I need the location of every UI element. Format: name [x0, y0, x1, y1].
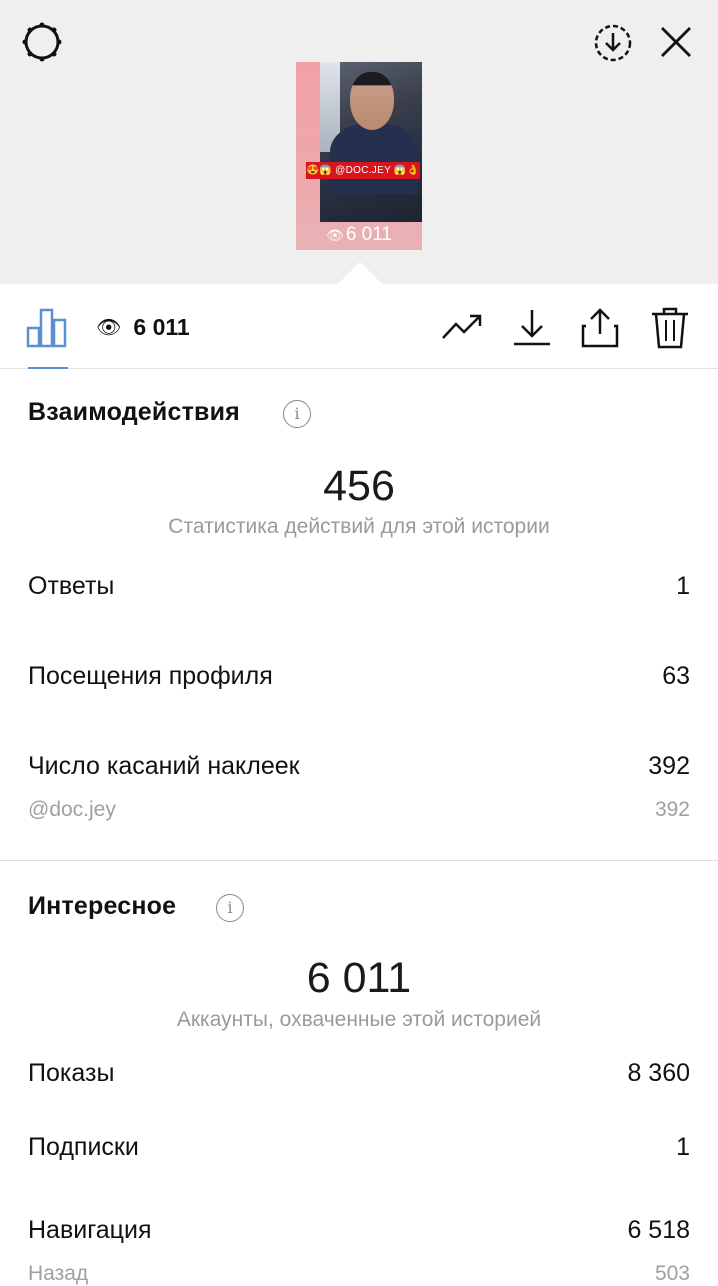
discovery-total: 6 011	[306, 954, 412, 1002]
insights-tab[interactable]	[24, 304, 70, 350]
stat-label: Подписки	[28, 1133, 139, 1161]
story-preview-area: 😍😱 @DOC.JEY 😱👌 👁 6 011	[0, 0, 718, 284]
settings-button[interactable]	[20, 20, 64, 64]
discovery-caption: Аккаунты, охваченные этой историей	[176, 1008, 542, 1031]
stat-sub-label: @doc.jey	[28, 798, 116, 821]
stat-sub-value: 503	[654, 1262, 690, 1285]
toolbar-views-value: 6 011	[133, 313, 190, 340]
stat-value: 6 518	[627, 1216, 690, 1244]
stat-row-replies: Ответы 1	[28, 572, 690, 601]
thumbnail-views-value: 6 011	[345, 224, 392, 245]
share-button[interactable]	[578, 306, 622, 350]
stat-label: Показы	[28, 1059, 115, 1087]
stat-value: 1	[676, 572, 690, 600]
info-icon[interactable]: i	[283, 400, 311, 428]
stat-subrow-mention: @doc.jey 392	[28, 798, 690, 822]
stat-value: 63	[662, 662, 690, 690]
info-icon[interactable]: i	[216, 894, 244, 922]
trash-icon	[652, 307, 688, 349]
thumbnail-view-count: 👁 6 011	[296, 224, 422, 246]
stat-sub-label: Назад	[28, 1262, 89, 1285]
eye-icon: 👁	[96, 316, 122, 339]
mention-sticker: 😍😱 @DOC.JEY 😱👌	[306, 162, 420, 179]
stat-label: Навигация	[28, 1216, 152, 1244]
story-thumbnail[interactable]: 😍😱 @DOC.JEY 😱👌 👁 6 011	[296, 62, 422, 250]
stat-row-navigation: Навигация 6 518	[28, 1216, 690, 1245]
delete-button[interactable]	[648, 306, 692, 350]
photo-person-body	[330, 124, 418, 194]
settings-icon	[22, 22, 62, 62]
preview-pointer	[338, 262, 382, 284]
download-button[interactable]	[510, 306, 554, 350]
save-story-button[interactable]	[590, 20, 636, 66]
interactions-total: 456	[323, 462, 395, 510]
promote-button[interactable]	[440, 306, 484, 350]
stat-label: Посещения профиля	[28, 662, 273, 690]
insights-bar-chart-icon	[26, 308, 67, 348]
stat-row-impressions: Показы 8 360	[28, 1059, 690, 1088]
stat-row-follows: Подписки 1	[28, 1133, 690, 1162]
stat-subrow-back: Назад 503	[28, 1262, 690, 1286]
stat-row-profile-visits: Посещения профиля 63	[28, 662, 690, 691]
stat-label: Число касаний наклеек	[28, 752, 300, 780]
close-button[interactable]	[656, 22, 696, 62]
section-divider	[0, 860, 718, 861]
stat-value: 392	[648, 752, 690, 780]
viewers-count[interactable]: 👁 6 011	[96, 312, 190, 342]
discovery-title: Интересное	[28, 892, 177, 920]
stat-sub-value: 392	[654, 798, 690, 821]
active-tab-indicator	[28, 367, 68, 369]
share-icon	[581, 308, 619, 348]
stat-value: 8 360	[627, 1059, 690, 1087]
interactions-title: Взаимодействия	[28, 398, 240, 426]
stat-row-sticker-taps: Число касаний наклеек 392	[28, 752, 690, 781]
photo-person-head	[350, 72, 394, 130]
story-photo	[320, 62, 422, 222]
stat-value: 1	[676, 1133, 690, 1161]
stat-label: Ответы	[28, 572, 115, 600]
save-story-icon	[594, 24, 632, 62]
story-toolbar: 👁 6 011	[0, 284, 718, 369]
download-icon	[514, 310, 550, 346]
close-icon	[661, 27, 691, 57]
eye-icon: 👁	[326, 227, 344, 243]
interactions-caption: Статистика действий для этой истории	[168, 515, 550, 538]
promote-trend-icon	[442, 314, 482, 339]
